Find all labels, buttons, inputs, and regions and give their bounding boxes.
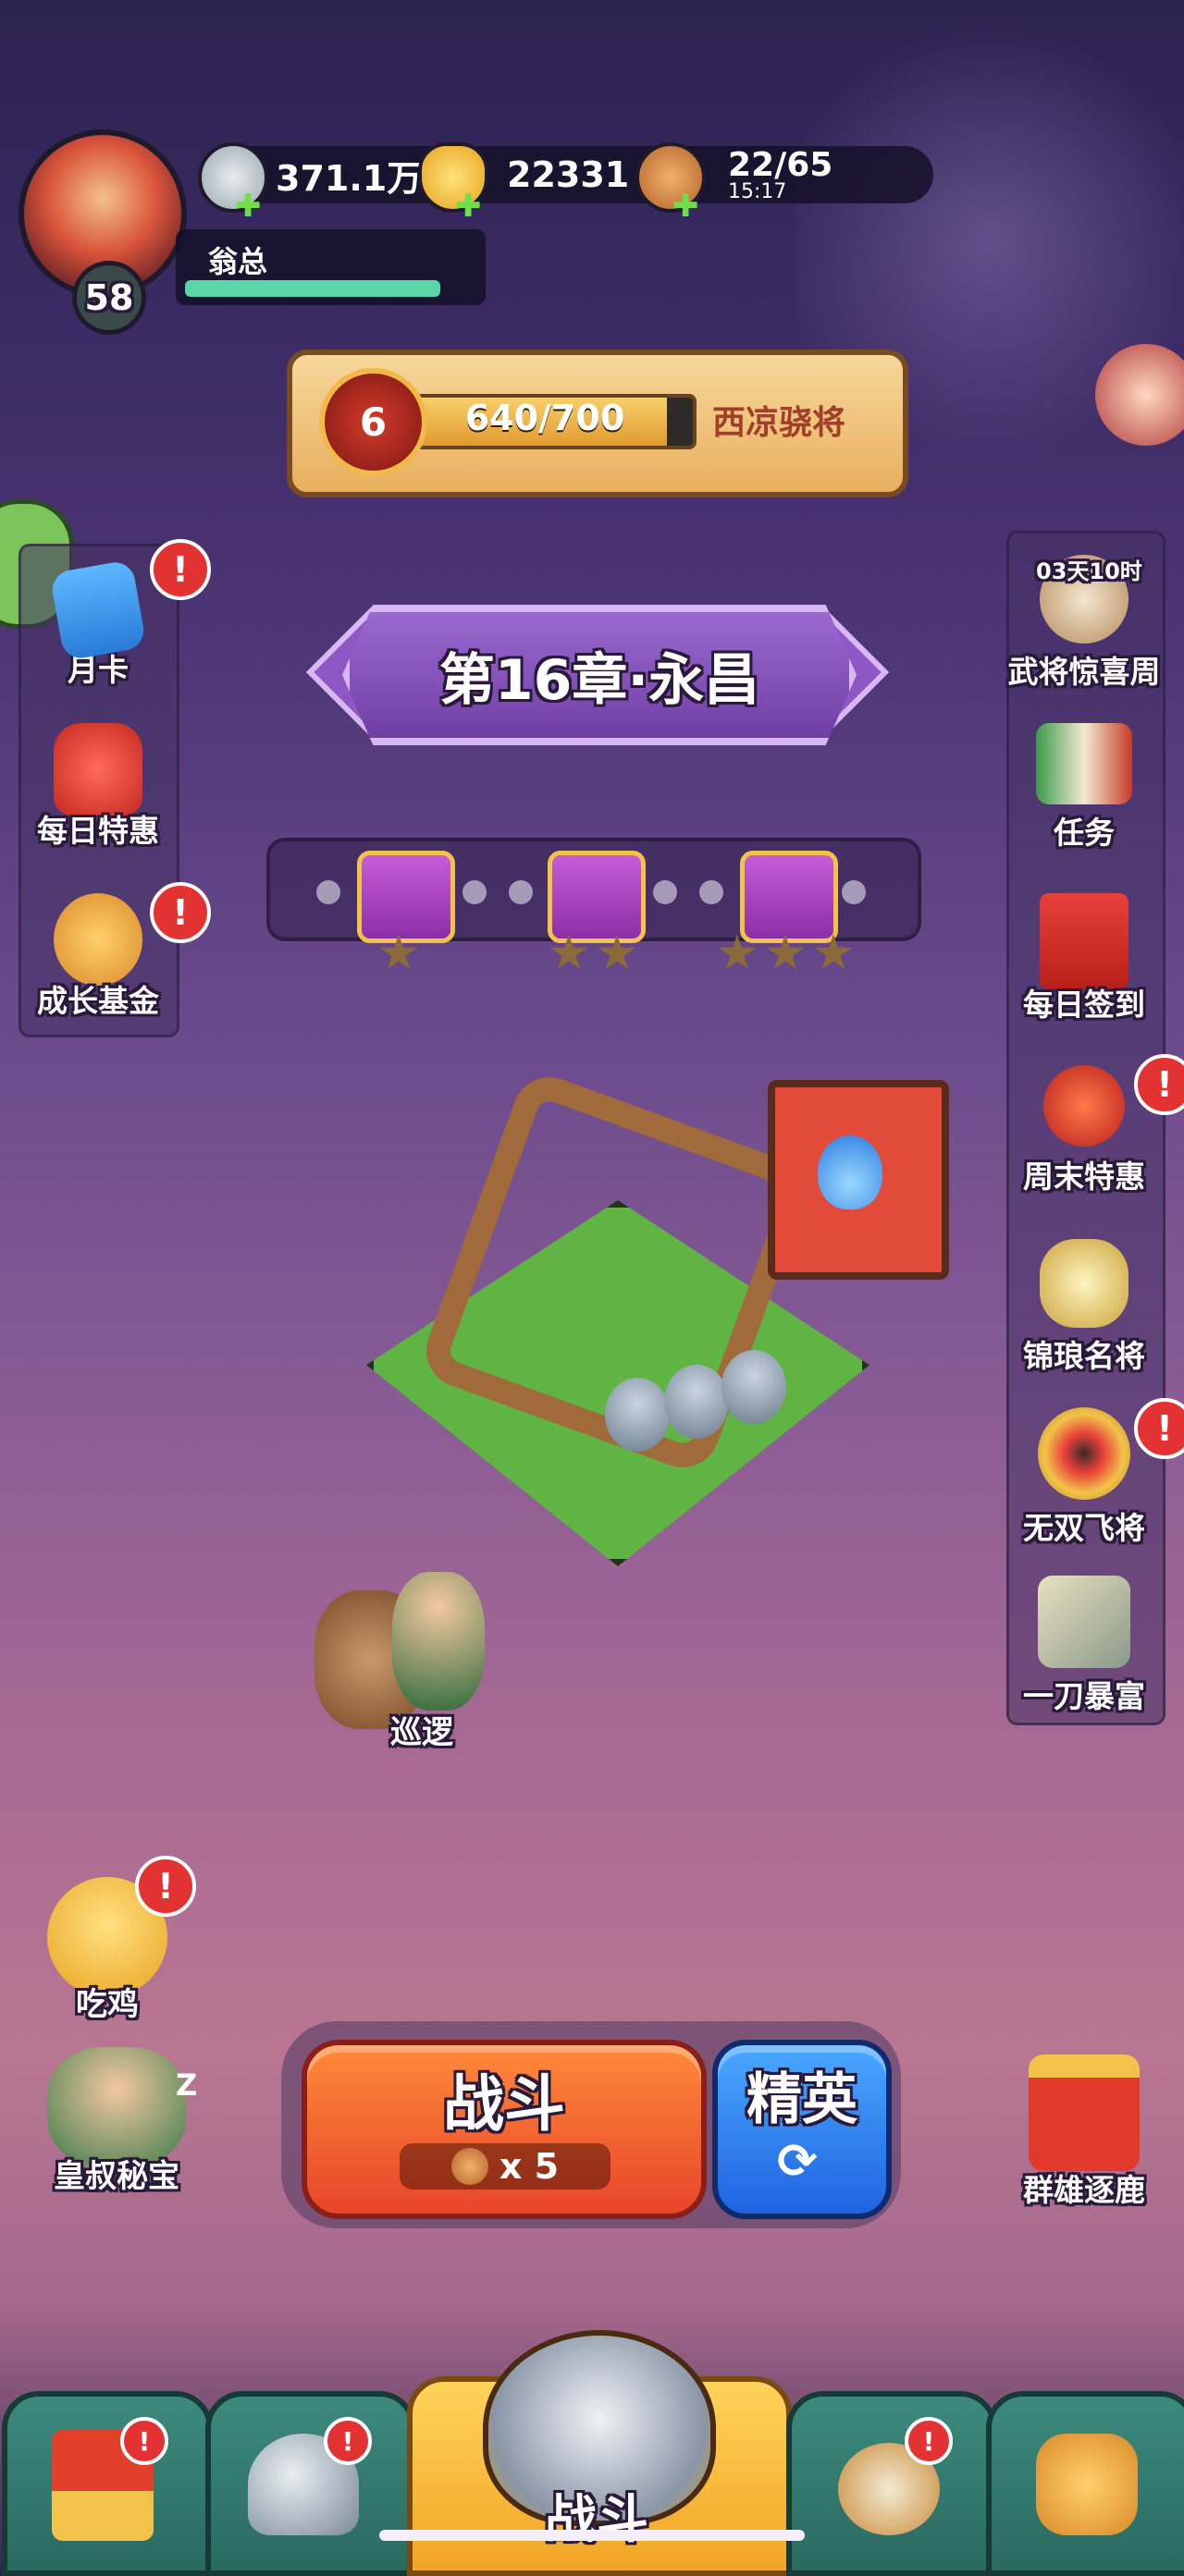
fight-label: 战斗 (443, 2068, 565, 2140)
stamina-resource[interactable]: ✚ 22/65 15:17 (635, 142, 933, 222)
soldier-group (605, 1350, 790, 1461)
peerless-general-label: 无双飞将 (1023, 1510, 1145, 1546)
one-blade-fortune-label: 一刀暴富 (1023, 1678, 1145, 1714)
daily-deal-item[interactable]: 每日特惠 (15, 723, 181, 851)
track-dot (653, 880, 677, 904)
scroll-icon (1036, 723, 1132, 804)
home-indicator[interactable] (379, 2530, 805, 2541)
growth-fund-label: 成长基金 (37, 983, 159, 1019)
sleeping-uncle-icon (47, 2047, 186, 2167)
fight-cost-amount: x 5 (499, 2146, 560, 2187)
growth-fund-icon (54, 893, 142, 986)
daily-checkin-item[interactable]: 每日签到 (1001, 893, 1167, 1024)
nav-tab-city[interactable] (2, 2391, 213, 2576)
chapter-title: 第16章·永昌 (438, 647, 760, 713)
famous-general-item[interactable]: 锦琅名将 (1001, 1239, 1167, 1376)
alert-icon: ! (120, 2417, 168, 2465)
alert-icon: ! (150, 539, 211, 600)
contest-gate-icon (1029, 2055, 1140, 2171)
track-dot (509, 880, 533, 904)
chapter-title-banner[interactable]: 第16章·永昌 (342, 605, 857, 745)
soldier-icon (605, 1378, 670, 1452)
red-envelope-icon (1040, 893, 1128, 989)
silver-amount: 371.1万 (276, 157, 423, 199)
calendar-card-icon (49, 558, 147, 662)
alert-icon: ! (135, 1856, 196, 1917)
drumstick-icon (450, 2148, 488, 2185)
sleep-indicator: Z (176, 2067, 198, 2103)
nav-tab-heroes[interactable] (205, 2391, 416, 2576)
nav-tab-equipment[interactable] (786, 2391, 997, 2576)
daily-deal-label: 每日特惠 (37, 813, 159, 849)
rank-medal-badge: 6 (319, 368, 427, 476)
track-dot (699, 880, 723, 904)
rank-title: 西凉骁将 (712, 404, 846, 442)
refresh-icon: ⟳ (777, 2134, 818, 2190)
weekend-deal-label: 周末特惠 (1023, 1159, 1145, 1195)
alert-icon: ! (150, 882, 211, 943)
hero-surprise-item[interactable]: 03天10时 武将惊喜周 (1001, 555, 1167, 692)
stamina-amount: 22/65 (728, 146, 833, 184)
plus-icon[interactable]: ✚ (455, 190, 482, 222)
alert-icon: ! (905, 2417, 953, 2465)
daily-checkin-label: 每日签到 (1023, 987, 1145, 1023)
track-dot (316, 880, 340, 904)
alert-icon: ! (324, 2417, 372, 2465)
track-dot (462, 880, 487, 904)
soldier-icon (664, 1365, 729, 1439)
player-level-badge: 58 (72, 261, 146, 335)
heroes-contest-item[interactable]: 群雄逐鹿 (1001, 2055, 1167, 2210)
hero-surprise-label: 武将惊喜周 (1007, 654, 1161, 690)
rank-progress-text: 640/700 (464, 398, 625, 438)
uncle-treasure-item[interactable]: 皇叔秘宝 (33, 2047, 200, 2196)
patrol-label: 巡逻 (390, 1714, 453, 1751)
elite-label: 精英 (746, 2067, 857, 2132)
nav-battle-label: 战斗 (545, 2490, 648, 2550)
flame-icon (818, 1135, 882, 1209)
plus-icon[interactable]: ✚ (235, 190, 262, 222)
reward-chest-1[interactable] (357, 851, 455, 943)
nav-tab-guild[interactable] (986, 2391, 1184, 2576)
quest-item[interactable]: 任务 (1001, 723, 1167, 853)
fight-cost: x 5 (400, 2143, 610, 2190)
track-dot (842, 880, 866, 904)
general-helmet-icon (1040, 1239, 1128, 1328)
famous-general-label: 锦琅名将 (1023, 1338, 1145, 1374)
one-blade-fortune-item[interactable]: 一刀暴富 (1001, 1576, 1167, 1716)
red-orb-icon (1043, 1065, 1125, 1147)
soldier-icon (722, 1350, 786, 1424)
player-exp-bar (185, 280, 440, 297)
blade-treasure-icon (1038, 1576, 1130, 1668)
reward-chest-3[interactable] (740, 851, 838, 943)
heroes-contest-label: 群雄逐鹿 (1023, 2172, 1145, 2208)
stamina-timer: 15:17 (728, 180, 787, 203)
plus-icon[interactable]: ✚ (672, 190, 699, 222)
gold-amount: 22331 (507, 154, 630, 195)
hero-rider-icon (392, 1572, 485, 1711)
gift-bag-icon (54, 723, 142, 816)
hero-surprise-timer: 03天10时 (1036, 558, 1142, 584)
chicken-label: 吃鸡 (76, 1986, 139, 2023)
fist-up-icon (1036, 2434, 1138, 2535)
uncle-treasure-label: 皇叔秘宝 (54, 2158, 179, 2195)
reward-chest-2[interactable] (548, 851, 646, 943)
player-name: 翁总 (208, 244, 268, 279)
quest-label: 任务 (1054, 815, 1115, 851)
target-wheel-icon (1038, 1407, 1130, 1500)
